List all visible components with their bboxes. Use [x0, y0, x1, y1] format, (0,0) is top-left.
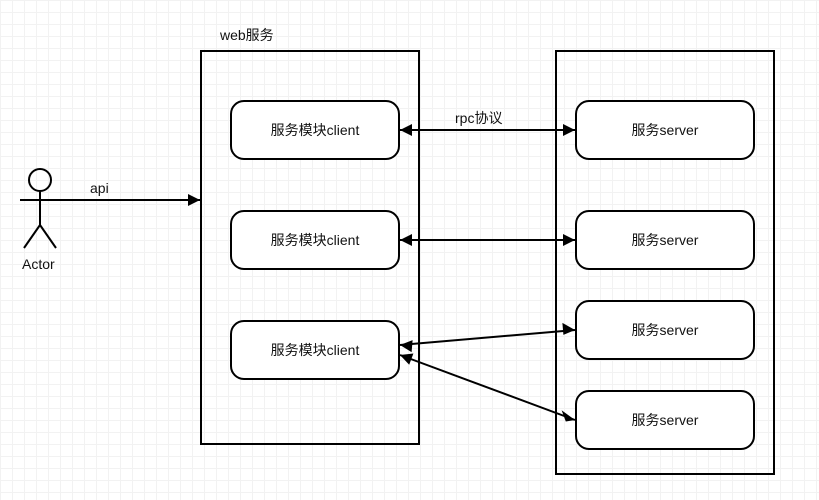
client-box-2: 服务模块client — [230, 210, 400, 270]
rpc-label: rpc协议 — [455, 108, 502, 128]
client-label-2: 服务模块client — [271, 230, 360, 250]
api-label: api — [90, 180, 109, 196]
api-arrow — [60, 194, 200, 206]
client-box-3: 服务模块client — [230, 320, 400, 380]
server-box-3: 服务server — [575, 300, 755, 360]
web-service-title: web服务 — [220, 25, 274, 45]
rpc-arrow-3 — [400, 323, 575, 352]
server-label-1: 服务server — [632, 120, 699, 140]
actor-label: Actor — [22, 256, 55, 272]
actor-figure — [20, 169, 60, 248]
client-label-3: 服务模块client — [271, 340, 360, 360]
server-box-4: 服务server — [575, 390, 755, 450]
client-label-1: 服务模块client — [271, 120, 360, 140]
rpc-arrow-4 — [400, 354, 575, 422]
server-box-1: 服务server — [575, 100, 755, 160]
rpc-arrow-2 — [400, 234, 575, 246]
server-label-3: 服务server — [632, 320, 699, 340]
client-box-1: 服务模块client — [230, 100, 400, 160]
server-label-4: 服务server — [632, 410, 699, 430]
server-label-2: 服务server — [632, 230, 699, 250]
server-box-2: 服务server — [575, 210, 755, 270]
